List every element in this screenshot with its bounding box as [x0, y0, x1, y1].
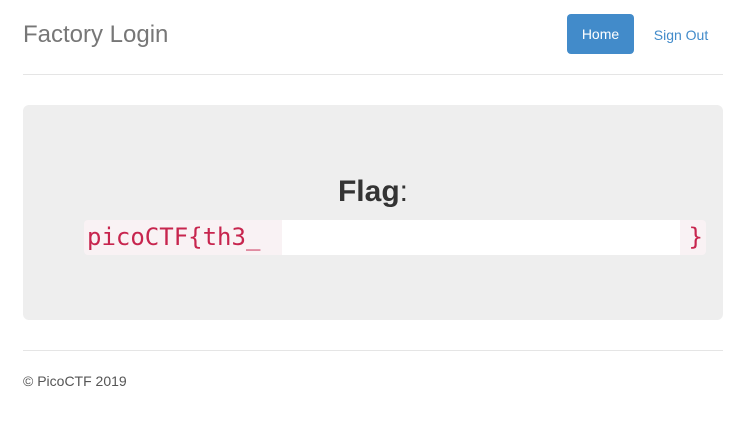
flag-colon: :	[399, 175, 408, 208]
sign-out-link[interactable]: Sign Out	[639, 14, 723, 54]
flag-panel: Flag: picoCTF{th3_ }	[23, 105, 723, 320]
footer-copyright: © PicoCTF 2019	[23, 373, 127, 389]
footer: © PicoCTF 2019	[23, 350, 723, 389]
flag-redaction	[282, 220, 680, 255]
flag-code-block: picoCTF{th3_ }	[84, 220, 706, 255]
flag-heading: Flag:	[23, 175, 723, 209]
flag-prefix: picoCTF{th3_	[87, 223, 261, 251]
page: Factory Login Home Sign Out Flag: picoCT…	[0, 0, 745, 431]
flag-suffix: }	[688, 223, 703, 251]
flag-label: Flag	[337, 175, 400, 208]
home-button[interactable]: Home	[567, 14, 634, 54]
header: Factory Login Home Sign Out	[23, 0, 723, 75]
brand-title: Factory Login	[23, 21, 169, 48]
